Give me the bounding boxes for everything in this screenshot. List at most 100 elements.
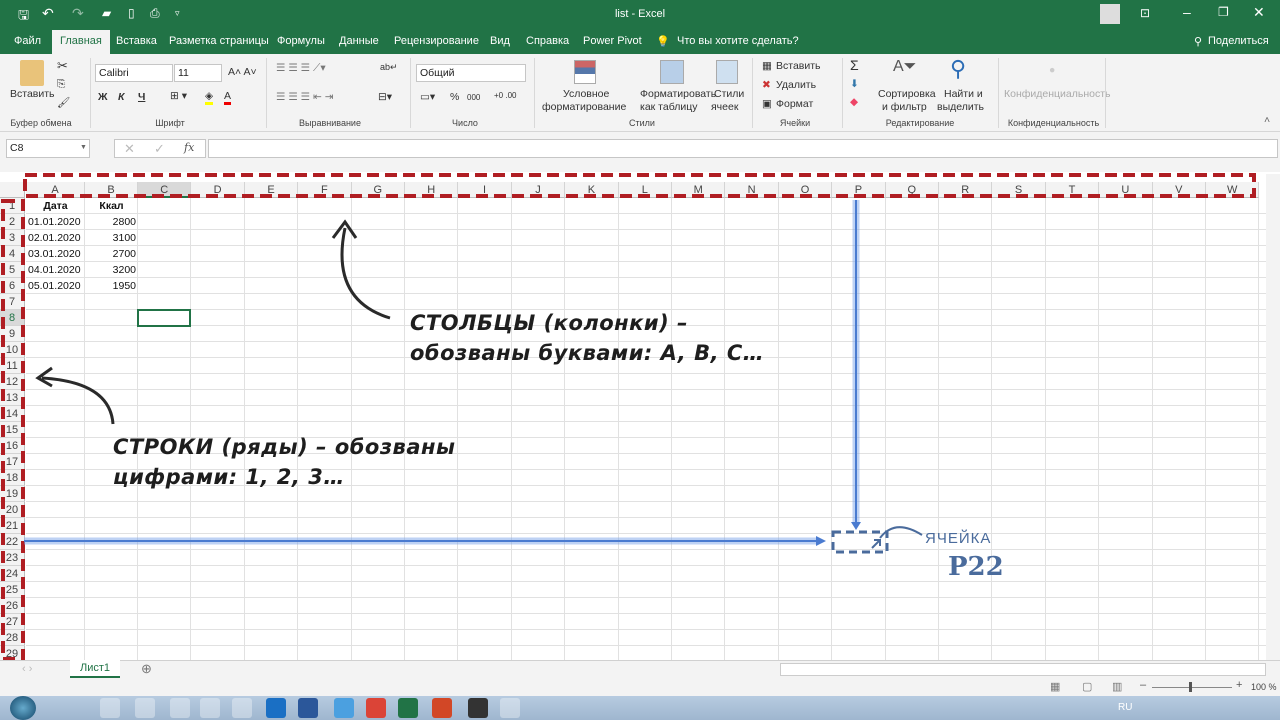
add-sheet-icon[interactable]: ⊕ [141,661,152,677]
italic-button[interactable]: К [118,91,124,103]
tab-help[interactable]: Справка [526,35,569,47]
select-all-button[interactable] [0,182,25,198]
bold-button[interactable]: Ж [98,91,108,103]
insert-cells-icon[interactable]: ▦ [762,60,772,72]
row-header-19[interactable]: 19 [0,486,25,502]
user-avatar[interactable] [1100,4,1120,24]
column-header-W[interactable]: W [1206,182,1260,198]
row-header-27[interactable]: 27 [0,614,25,630]
row-header-17[interactable]: 17 [0,454,25,470]
align-left-icon[interactable]: ☰ ☰ ☰ ⇤ ⇥ [276,91,334,103]
find-select-button[interactable]: Найти и [944,88,983,100]
paste-button[interactable]: Вставить [10,88,55,100]
column-header-E[interactable]: E [244,182,299,198]
sort-filter-label[interactable]: и фильтр [882,101,927,113]
customize-qat-icon[interactable]: ▿ [175,8,180,19]
fill-icon[interactable]: ⬇ [850,78,859,90]
tab-insert[interactable]: Вставка [116,35,157,47]
row-header-4[interactable]: 4 [0,246,25,262]
row-header-23[interactable]: 23 [0,550,25,566]
enter-icon[interactable]: ✓ [154,141,165,157]
restore-button[interactable]: ❐ [1218,5,1229,19]
ie-icon[interactable] [334,698,354,718]
row-header-7[interactable]: 7 [0,294,25,310]
row-header-24[interactable]: 24 [0,566,25,582]
insert-function-icon[interactable]: fx [184,141,194,154]
word-icon[interactable] [298,698,318,718]
taskbar-app-icon[interactable] [200,698,220,718]
worksheet-grid[interactable]: A B C D E F G H I J K L M N O P Q R S T U V W 1 2 3 4 5 6 7 8 9 10 11 12 13… [0,174,1266,662]
language-indicator[interactable]: RU [1118,702,1132,713]
column-header-B[interactable]: B [85,182,138,198]
row-header-15[interactable]: 15 [0,422,25,438]
minimize-button[interactable]: – [1183,4,1191,20]
conditional-format-label[interactable]: форматирование [542,101,626,113]
tab-file[interactable]: Файл [14,35,41,47]
share-icon[interactable]: ⚲ [1194,35,1202,48]
share-button[interactable]: Поделиться [1208,35,1269,47]
start-button[interactable] [10,696,36,720]
row-header-5[interactable]: 5 [0,262,25,278]
chrome-icon[interactable] [366,698,386,718]
cell-B2[interactable]: 2800 [87,214,136,230]
page-layout-icon[interactable]: ▢ [1082,680,1092,693]
cell-A5[interactable]: 04.01.2020 [28,262,83,278]
cancel-icon[interactable]: ✕ [124,141,135,157]
row-header-6[interactable]: 6 [0,278,25,294]
cell-B3[interactable]: 3100 [87,230,136,246]
cell-B1[interactable]: Ккал [87,198,136,214]
sheet-nav-prev-icon[interactable]: ‹ › [22,663,32,675]
row-header-8[interactable]: 8 [0,310,25,326]
new-file-icon[interactable]: ▯ [128,6,135,20]
column-header-P[interactable]: P [832,182,886,198]
name-box[interactable]: C8 [6,139,90,158]
sheet-tab-1[interactable]: Лист1 [70,660,120,678]
row-header-18[interactable]: 18 [0,470,25,486]
undo-icon[interactable]: ↶ [42,5,54,22]
open-icon[interactable]: ▰ [102,6,111,20]
format-cells-button[interactable]: Формат [776,98,813,110]
tab-page-layout[interactable]: Разметка страницы [169,35,269,47]
column-header-C[interactable]: C [138,182,192,198]
thousands-button[interactable]: 000 [467,93,480,102]
ribbon-display-icon[interactable]: ⊡ [1140,6,1150,20]
column-header-Q[interactable]: Q [885,182,939,198]
column-header-V[interactable]: V [1152,182,1206,198]
tab-view[interactable]: Вид [490,35,510,47]
conditional-format-icon[interactable] [574,60,596,84]
row-header-26[interactable]: 26 [0,598,25,614]
cut-icon[interactable]: ✂ [57,58,68,74]
currency-icon[interactable]: ▭▾ [420,91,435,103]
grow-font-icon[interactable]: A˄ A˅ [228,66,257,78]
tab-review[interactable]: Рецензирование [394,35,479,47]
delete-cells-button[interactable]: Удалить [776,79,816,91]
autosum-icon[interactable]: Σ [850,57,859,73]
outlook-icon[interactable] [266,698,286,718]
save-icon[interactable]: 🖫 [18,6,29,28]
align-top-icon[interactable]: ☰ ☰ ☰ ⟋▾ [276,62,326,75]
font-name-select[interactable]: Calibri [95,64,173,82]
cell-A4[interactable]: 03.01.2020 [28,246,83,262]
fill-color-icon[interactable]: ◈ [205,90,214,105]
row-header-28[interactable]: 28 [0,630,25,646]
zoom-out-button[interactable]: – [1140,679,1146,691]
sort-filter-icon[interactable]: A⏷ [893,58,916,76]
row-header-3[interactable]: 3 [0,230,25,246]
collapse-ribbon-icon[interactable]: ˄ [1264,114,1270,126]
format-table-label[interactable]: как таблицу [640,101,698,113]
cell-A1[interactable]: Дата [28,198,83,214]
row-header-9[interactable]: 9 [0,326,25,342]
wrap-text-icon[interactable]: ab↵ [380,62,398,73]
column-header-A[interactable]: A [26,182,85,198]
cell-A2[interactable]: 01.01.2020 [28,214,83,230]
close-button[interactable]: ✕ [1253,4,1265,21]
taskbar-app-icon[interactable] [468,698,488,718]
underline-button[interactable]: Ч [138,91,145,103]
page-break-icon[interactable]: ▥ [1112,680,1122,693]
zoom-level[interactable]: 100 % [1251,682,1277,692]
row-header-25[interactable]: 25 [0,582,25,598]
cell-B4[interactable]: 2700 [87,246,136,262]
row-header-13[interactable]: 13 [0,390,25,406]
row-header-20[interactable]: 20 [0,502,25,518]
format-cells-icon[interactable]: ▣ [762,98,772,110]
